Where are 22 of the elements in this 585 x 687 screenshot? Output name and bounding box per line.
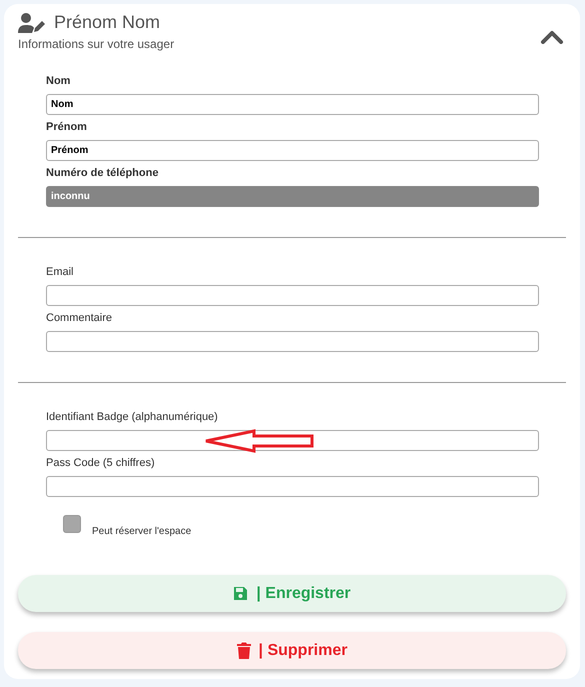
field-label: Email [46,266,75,278]
text-field[interactable] [46,476,539,497]
field-label: Commentaire [46,312,114,324]
field-label: Prénom [46,121,88,133]
text-field[interactable] [46,430,539,451]
field-label: Identifiant Badge (alphanumérique) [46,411,219,423]
text-field[interactable] [46,331,539,352]
delete-button[interactable]: | Supprimer [18,632,566,669]
save-button[interactable]: | Enregistrer [18,575,566,612]
field-label: Nom [46,75,72,87]
checkbox-label: Peut réserver l'espace [92,526,192,537]
subtitle: Informations sur votre usager [18,37,174,51]
text-field[interactable] [46,285,539,306]
collapse-button[interactable] [540,30,564,44]
text-field[interactable]: Prénom [46,140,539,161]
field-label: Numéro de téléphone [46,167,160,179]
field-label: Pass Code (5 chiffres) [46,457,156,469]
user-edit-icon [18,12,46,32]
checkbox[interactable] [63,515,81,533]
text-field[interactable]: Nom [46,94,539,115]
user-name-title: Prénom Nom [54,12,160,33]
trash-icon [236,642,251,659]
